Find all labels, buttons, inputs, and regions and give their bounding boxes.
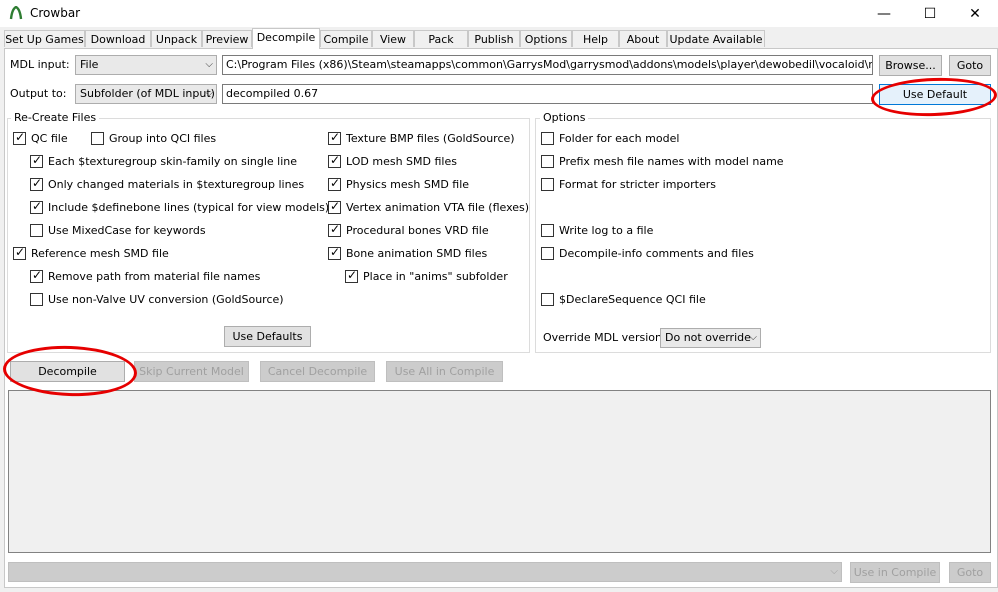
log-output-area[interactable] [8,390,991,553]
bottom-goto-button[interactable]: Goto [949,562,991,583]
tab-set-up-games[interactable]: Set Up Games [4,30,85,47]
maximize-icon[interactable]: ☐ [907,0,953,27]
override-mdl-version-select[interactable]: Do not override ⌵ [660,328,761,348]
tab-strip: Set Up Games Download Unpack Preview Dec… [0,28,998,49]
window-title: Crowbar [30,6,81,20]
chevron-down-icon: ⌵ [830,566,838,577]
output-file-select[interactable]: ⌵ [8,562,842,582]
override-mdl-version-label: Override MDL version: [543,331,666,344]
use-in-compile-button[interactable]: Use in Compile [850,562,940,583]
tab-unpack[interactable]: Unpack [151,30,202,47]
tab-pack[interactable]: Pack [414,30,468,47]
tab-about[interactable]: About [619,30,667,47]
crowbar-app-icon [9,6,23,20]
tab-compile[interactable]: Compile [320,30,372,47]
goto-button[interactable]: Goto [949,55,991,76]
tab-view[interactable]: View [372,30,414,47]
output-to-label: Output to: [10,87,67,100]
mdl-input-mode-value: File [80,58,99,71]
tab-help[interactable]: Help [572,30,619,47]
override-mdl-version-value: Do not override [665,331,751,344]
mdl-input-path-field[interactable]: C:\Program Files (x86)\Steam\steamapps\c… [222,55,873,75]
recreate-files-title: Re-Create Files [11,111,100,125]
cancel-decompile-button[interactable]: Cancel Decompile [260,361,375,382]
output-to-mode-value: Subfolder (of MDL input) [80,87,215,100]
mdl-input-mode-select[interactable]: File ⌵ [75,55,217,75]
mdl-input-label: MDL input: [10,58,70,71]
browse-button[interactable]: Browse... [879,55,942,76]
use-defaults-button[interactable]: Use Defaults [224,326,311,347]
chevron-down-icon: ⌵ [205,88,213,99]
chevron-down-icon: ⌵ [749,332,757,343]
options-title: Options [540,111,589,125]
chevron-down-icon: ⌵ [205,59,213,70]
use-all-in-compile-button[interactable]: Use All in Compile [386,361,503,382]
tab-download[interactable]: Download [85,30,151,47]
tab-publish[interactable]: Publish [468,30,520,47]
output-folder-field[interactable]: decompiled 0.67 [222,84,873,104]
tab-options[interactable]: Options [520,30,572,47]
tab-decompile[interactable]: Decompile [252,28,320,49]
tab-preview[interactable]: Preview [202,30,252,47]
close-icon[interactable]: ✕ [952,0,998,27]
tab-update-available[interactable]: Update Available [667,30,765,47]
output-to-mode-select[interactable]: Subfolder (of MDL input) ⌵ [75,84,217,104]
minimize-icon[interactable]: — [861,0,907,27]
title-bar [0,0,998,27]
skip-current-model-button[interactable]: Skip Current Model [134,361,249,382]
